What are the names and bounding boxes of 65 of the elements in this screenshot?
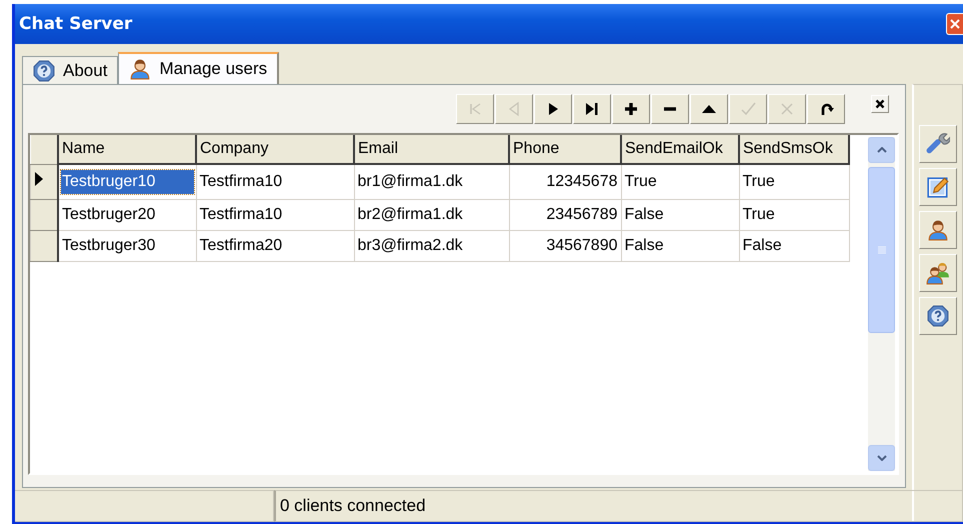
current-row-icon	[35, 172, 43, 186]
edit-icon	[926, 175, 950, 199]
wrench-icon	[926, 132, 950, 156]
row-header[interactable]	[30, 164, 58, 200]
scroll-down-button[interactable]	[868, 445, 895, 471]
row-header[interactable]	[30, 230, 58, 262]
close-button[interactable]	[871, 95, 889, 113]
toolbar-button[interactable]	[807, 94, 845, 124]
toolbar-button[interactable]	[690, 94, 728, 124]
close-icon	[875, 99, 885, 109]
table-cell: Testfirma10	[196, 164, 354, 200]
toolbar-button[interactable]	[612, 94, 650, 124]
row-header[interactable]	[30, 200, 58, 230]
checkmark-icon	[740, 101, 756, 117]
table-cell: 34567890	[509, 230, 621, 262]
cross-icon	[779, 101, 795, 117]
tab[interactable]: About	[22, 56, 118, 84]
column-header[interactable]: Email	[354, 135, 509, 164]
table-cell: True	[621, 164, 739, 200]
toolbar-button[interactable]	[573, 94, 611, 124]
side-button[interactable]	[919, 125, 957, 163]
status-text: 0 clients connected	[274, 490, 963, 522]
window-title: Chat Server	[19, 14, 132, 34]
table-cell: Testbruger10	[58, 164, 196, 200]
side-button[interactable]	[919, 254, 957, 292]
side-button[interactable]	[919, 297, 957, 335]
column-header[interactable]: Name	[58, 135, 196, 164]
table-cell: Testbruger30	[58, 230, 196, 262]
toolbar-button[interactable]	[534, 94, 572, 124]
column-header[interactable]: SendEmailOk	[621, 135, 739, 164]
close-icon	[950, 19, 960, 29]
table-cell: False	[621, 230, 739, 262]
side-button[interactable]	[919, 168, 957, 206]
first-record-icon	[467, 101, 483, 117]
table-cell: True	[739, 164, 849, 200]
scroll-thumb[interactable]	[868, 167, 895, 333]
chevron-down-icon	[876, 455, 886, 461]
row-header	[30, 135, 58, 164]
plus-icon	[623, 101, 639, 117]
column-header[interactable]: Company	[196, 135, 354, 164]
column-header[interactable]: SendSmsOk	[739, 135, 849, 164]
toolbar-button[interactable]	[651, 94, 689, 124]
person-icon	[129, 58, 152, 80]
skip-to-end-icon	[584, 101, 600, 117]
column-header[interactable]: Phone	[509, 135, 621, 164]
table-cell: br3@firma2.dk	[354, 230, 509, 262]
table-cell: 23456789	[509, 200, 621, 230]
table-cell: False	[621, 200, 739, 230]
table-cell: 12345678	[509, 164, 621, 200]
people-icon	[926, 261, 950, 285]
table-cell: True	[739, 200, 849, 230]
table-cell: Testfirma10	[196, 200, 354, 230]
help-icon	[33, 60, 55, 82]
scrollbar[interactable]	[868, 137, 895, 471]
chevron-up-icon	[876, 147, 886, 153]
help-icon	[927, 305, 949, 327]
table-cell: Testfirma20	[196, 230, 354, 262]
scroll-up-button[interactable]	[868, 137, 895, 163]
table-cell: br2@firma1.dk	[354, 200, 509, 230]
table-cell: Testbruger20	[58, 200, 196, 230]
table-cell: br1@firma1.dk	[354, 164, 509, 200]
person-icon	[927, 219, 949, 241]
tab[interactable]: Manage users	[118, 52, 280, 84]
side-button[interactable]	[919, 211, 957, 249]
table-cell: False	[739, 230, 849, 262]
